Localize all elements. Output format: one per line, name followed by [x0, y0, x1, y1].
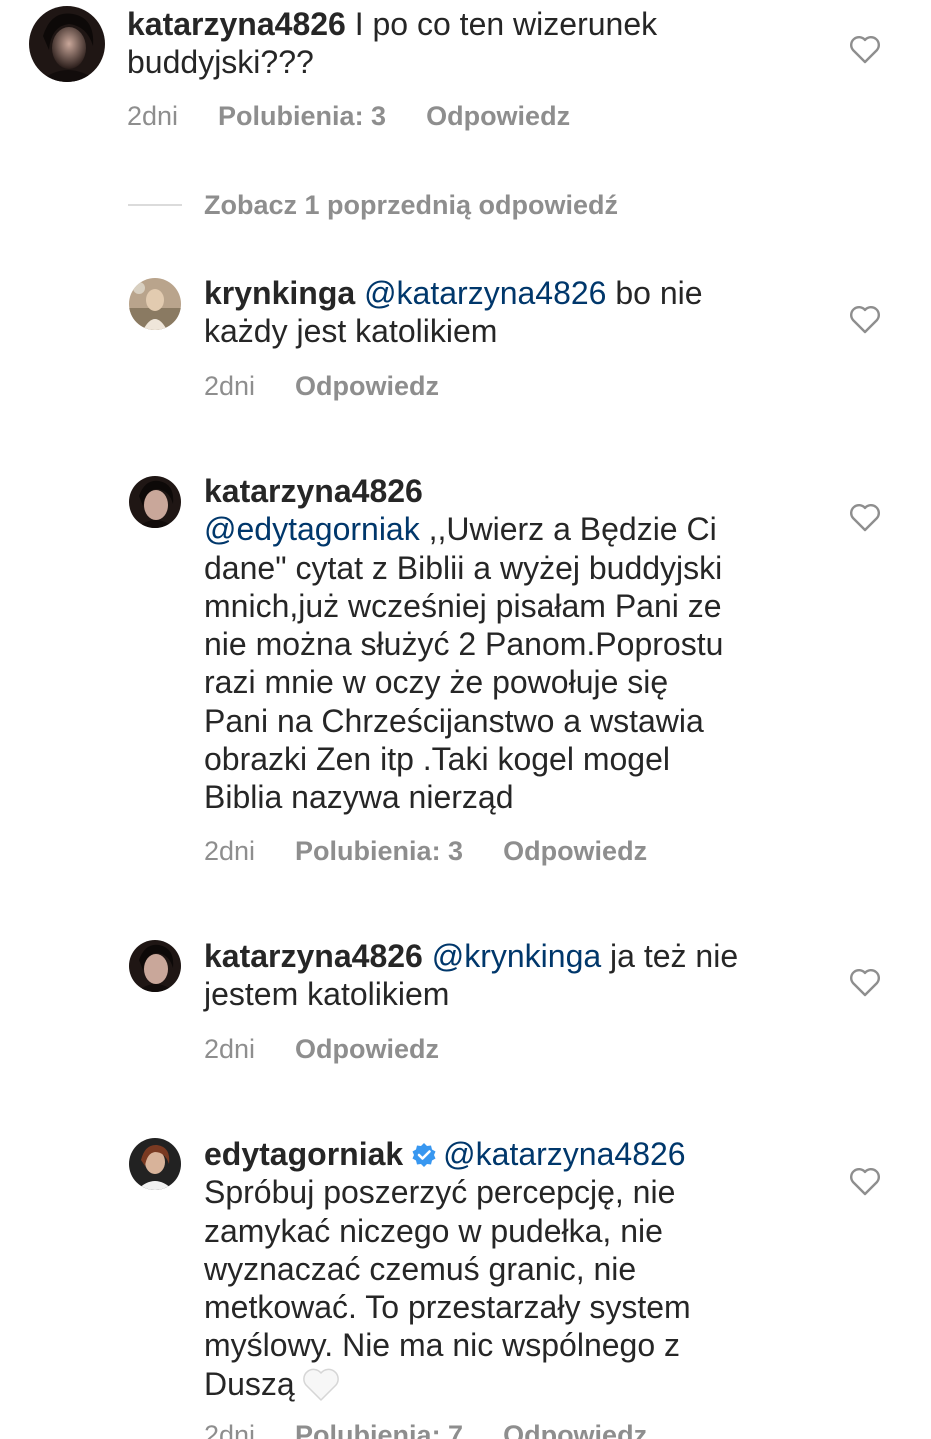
avatar[interactable]	[129, 1138, 181, 1190]
mention-link[interactable]: @krynkinga	[432, 938, 601, 974]
reply-meta: 2dni Odpowiedz	[204, 371, 439, 402]
reply-time: 2dni	[204, 1034, 256, 1064]
likes-count[interactable]: Polubienia: 7	[295, 1420, 463, 1439]
heart-outline-icon[interactable]	[849, 1166, 881, 1196]
reply-text: katarzyna4826 @edytagorniak ,,Uwierz a B…	[204, 472, 791, 817]
reply-button[interactable]: Odpowiedz	[503, 1420, 647, 1439]
view-previous-label[interactable]: Zobacz 1 poprzednią odpowiedź	[204, 190, 618, 221]
reply-item: katarzyna4826 @edytagorniak ,,Uwierz a B…	[0, 468, 931, 888]
heart-outline-icon[interactable]	[849, 502, 881, 532]
reply-time: 2dni	[204, 836, 256, 866]
reply-time: 2dni	[204, 371, 256, 401]
mention-link[interactable]: @katarzyna4826	[443, 1136, 685, 1172]
likes-count[interactable]: Polubienia: 3	[295, 836, 463, 867]
reply-text: katarzyna4826 @krynkinga ja też nie jest…	[204, 937, 791, 1014]
avatar[interactable]	[29, 6, 105, 82]
reply-meta: 2dni Odpowiedz	[204, 1034, 439, 1065]
mention-link[interactable]: @edytagorniak	[204, 511, 420, 547]
heart-outline-icon[interactable]	[849, 34, 881, 64]
heart-outline-icon[interactable]	[849, 304, 881, 334]
reply-body: Spróbuj poszerzyć percepcję, nie zamykać…	[204, 1174, 691, 1402]
reply-button[interactable]: Odpowiedz	[426, 101, 570, 132]
reply-button[interactable]: Odpowiedz	[295, 371, 439, 402]
divider-line	[128, 204, 182, 206]
reply-username[interactable]: katarzyna4826	[204, 938, 423, 974]
reply-item: krynkinga @katarzyna4826 bo nie każdy je…	[0, 270, 931, 420]
reply-item: edytagorniak @katarzyna4826 Spróbuj posze…	[0, 1132, 931, 1439]
reply-meta: 2dni Polubienia: 3 Odpowiedz	[204, 836, 647, 867]
avatar[interactable]	[129, 476, 181, 528]
reply-button[interactable]: Odpowiedz	[295, 1034, 439, 1065]
reply-time: 2dni	[204, 1420, 256, 1439]
reply-username[interactable]: edytagorniak	[204, 1136, 403, 1172]
white-heart-emoji-icon	[301, 1365, 341, 1403]
comment-root: katarzyna4826 I po co ten wizerunek budd…	[0, 0, 931, 150]
comment-text: katarzyna4826 I po co ten wizerunek budd…	[127, 5, 791, 82]
avatar[interactable]	[129, 940, 181, 992]
reply-text: edytagorniak @katarzyna4826 Spróbuj posze…	[204, 1135, 791, 1403]
avatar[interactable]	[129, 278, 181, 330]
comment-username[interactable]: katarzyna4826	[127, 6, 346, 42]
reply-button[interactable]: Odpowiedz	[503, 836, 647, 867]
reply-text: krynkinga @katarzyna4826 bo nie każdy je…	[204, 274, 791, 351]
reply-meta: 2dni Polubienia: 7 Odpowiedz	[204, 1420, 647, 1439]
heart-outline-icon[interactable]	[849, 967, 881, 997]
comment-meta: 2dni Polubienia: 3 Odpowiedz	[127, 101, 570, 132]
likes-count[interactable]: Polubienia: 3	[218, 101, 386, 132]
comment-time: 2dni	[127, 101, 179, 131]
reply-username[interactable]: katarzyna4826	[204, 473, 423, 509]
verified-badge-icon	[411, 1142, 437, 1168]
reply-body: ,,Uwierz a Będzie Ci dane" cytat z Bibli…	[204, 511, 724, 816]
reply-username[interactable]: krynkinga	[204, 275, 355, 311]
reply-item: katarzyna4826 @krynkinga ja też nie jest…	[0, 934, 931, 1084]
mention-link[interactable]: @katarzyna4826	[364, 275, 606, 311]
